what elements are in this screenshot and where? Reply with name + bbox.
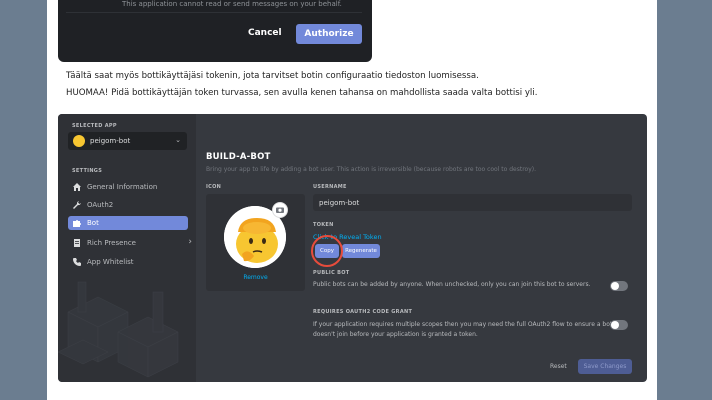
icon-label: ICON [206,184,222,190]
phone-icon [73,258,81,266]
settings-label: SETTINGS [72,168,103,174]
chevron-down-icon: ⌄ [175,137,181,144]
toggle-knob [611,321,619,329]
oauth-grant-description: If your application requires multiple sc… [313,321,613,338]
sidebar-item-label: Rich Presence [87,239,136,247]
wrench-icon [73,201,81,209]
save-changes-button[interactable]: Save Changes [578,359,632,374]
puzzle-icon [73,220,81,227]
home-icon [73,183,81,191]
paragraph-token-info: Täältä saat myös bottikäyttäjäsi tokenin… [66,71,479,81]
camera-icon[interactable] [272,202,288,218]
app-selector[interactable]: peigom-bot ⌄ [68,132,187,150]
developer-portal-screenshot: SELECTED APP peigom-bot ⌄ SETTINGS Gener… [58,114,647,382]
oauth-note: This application cannot read or send mes… [122,0,342,8]
username-label: USERNAME [313,184,347,190]
page-title: BUILD-A-BOT [206,152,271,162]
username-input[interactable] [313,194,632,211]
page-description: Bring your app to life by adding a bot u… [206,166,536,173]
sidebar-item-label: General Information [87,183,158,191]
cancel-button[interactable]: Cancel [248,28,282,38]
reset-button[interactable]: Reset [550,363,567,370]
app-name: peigom-bot [90,137,131,145]
chevron-right-icon: › [188,237,192,247]
divider [66,12,362,13]
sidebar-item-bot[interactable]: Bot [68,216,188,230]
sidebar-item-label: OAuth2 [87,201,114,209]
public-bot-label: PUBLIC BOT [313,270,350,276]
paragraph-warning: HUOMAA! Pidä bottikäyttäjän token turvas… [66,88,538,98]
toggle-knob [611,282,619,290]
token-label: TOKEN [313,222,334,228]
sidebar-item-general-information[interactable]: General Information [68,180,188,194]
remove-link[interactable]: Remove [206,274,305,281]
main-content: BUILD-A-BOT Bring your app to life by ad… [196,114,647,382]
oauth-modal: This application cannot read or send mes… [58,0,372,62]
app-avatar [73,135,85,147]
icon-uploader[interactable]: Remove [206,194,305,291]
sidebar-item-label: App Whitelist [87,258,134,266]
article-page: This application cannot read or send mes… [47,0,657,400]
oauth-grant-label: REQUIRES OAUTH2 CODE GRANT [313,309,413,315]
highlight-circle [311,235,343,267]
selected-app-label: SELECTED APP [72,123,117,129]
sidebar-item-oauth2[interactable]: OAuth2 [68,198,188,212]
public-bot-toggle[interactable] [610,281,628,291]
document-icon [74,239,80,247]
sidebar-item-rich-presence[interactable]: Rich Presence › [68,236,192,250]
regenerate-button[interactable]: Regenerate [342,244,380,258]
city-illustration [58,281,179,378]
oauth-grant-toggle[interactable] [610,320,628,330]
sidebar-item-app-whitelist[interactable]: App Whitelist [68,255,188,269]
authorize-button[interactable]: Authorize [296,24,362,44]
public-bot-description: Public bots can be added by anyone. When… [313,281,591,288]
sidebar: SELECTED APP peigom-bot ⌄ SETTINGS Gener… [58,114,196,382]
sidebar-item-label: Bot [87,219,99,227]
